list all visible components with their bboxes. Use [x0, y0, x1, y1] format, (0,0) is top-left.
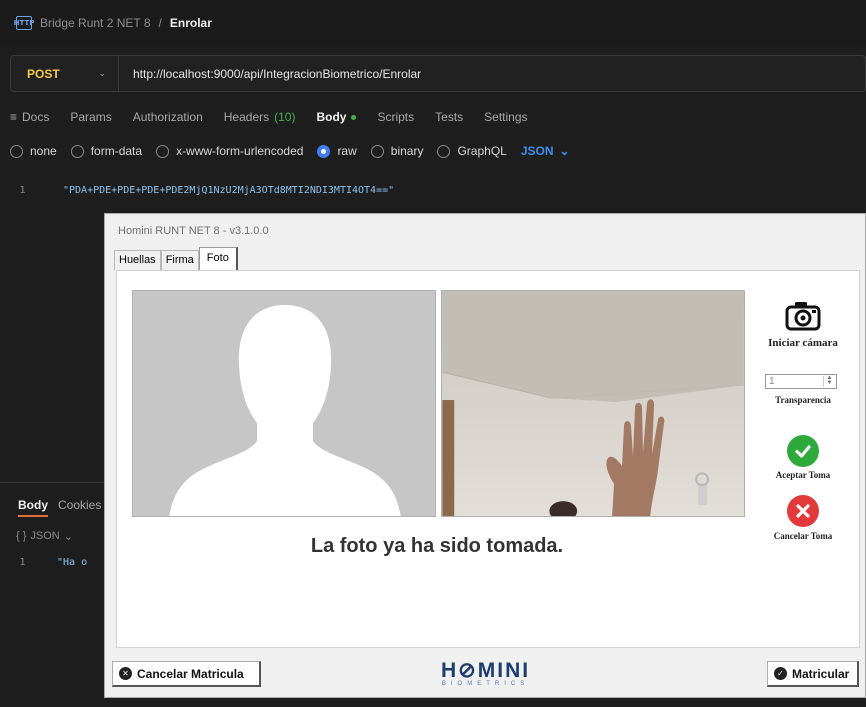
transparency-stepper[interactable]: 1 ▲ ▼ — [765, 374, 837, 389]
radio-icon — [70, 144, 84, 158]
homini-dialog: Homini RUNT NET 8 - v3.1.0.0 Huellas Fir… — [104, 213, 866, 698]
radio-selected-icon — [317, 144, 331, 158]
body-option-none[interactable]: none — [10, 144, 57, 158]
url-input[interactable]: http://localhost:9000/api/IntegracionBio… — [119, 67, 421, 81]
response-tab-cookies[interactable]: Cookies — [58, 498, 101, 517]
body-indicator-dot — [351, 114, 357, 120]
raw-format-select[interactable]: JSON ⌄ — [521, 144, 570, 158]
line-number: 1 — [19, 184, 26, 196]
breadcrumb: HTTP Bridge Runt 2 NET 8 / Enrolar — [14, 16, 212, 30]
tab-scripts[interactable]: Scripts — [377, 110, 414, 124]
response-format-label: JSON — [30, 530, 60, 542]
photo-placeholder — [132, 290, 436, 517]
radio-icon — [10, 144, 23, 158]
check-circle-icon: ✓ — [774, 667, 787, 680]
tab-params[interactable]: Params — [70, 110, 111, 124]
response-line: 1 "Ha o — [0, 557, 87, 568]
breadcrumb-request-name[interactable]: Enrolar — [170, 16, 212, 30]
tab-docs-label: Docs — [22, 110, 50, 124]
body-option-graphql[interactable]: GraphQL — [437, 144, 507, 158]
camera-feed — [441, 290, 745, 517]
tab-settings[interactable]: Settings — [484, 110, 527, 124]
breadcrumb-separator: / — [158, 16, 162, 30]
cancel-x-icon[interactable] — [787, 495, 819, 527]
editor-area[interactable] — [0, 200, 110, 482]
logo-tagline: BIOMETRICS — [441, 681, 530, 687]
silhouette-icon — [133, 291, 435, 516]
camera-scene — [442, 291, 744, 516]
option-label: raw — [337, 144, 357, 158]
line-number: 1 — [19, 557, 26, 568]
option-label: none — [30, 144, 57, 158]
tab-foto[interactable]: Foto — [198, 247, 238, 270]
tab-headers-label: Headers — [223, 110, 270, 124]
camera-icon[interactable] — [785, 301, 821, 331]
cancel-label[interactable]: Cancelar Toma — [751, 531, 855, 541]
response-content: "Ha o — [57, 557, 88, 568]
method-label: POST — [27, 66, 60, 81]
pane-divider[interactable] — [0, 482, 110, 483]
hand-image — [606, 399, 665, 516]
logo-wordmark: H⊘MINI — [441, 659, 531, 682]
accept-check-icon[interactable] — [787, 435, 819, 467]
body-option-form-data[interactable]: form-data — [70, 144, 143, 158]
response-format-select[interactable]: { } JSON ⌄ — [16, 530, 73, 543]
tab-body[interactable]: Body — [316, 110, 357, 124]
close-circle-icon: ✕ — [119, 667, 132, 680]
body-option-urlencoded[interactable]: x-www-form-urlencoded — [156, 144, 303, 158]
response-tab-body[interactable]: Body — [18, 498, 48, 517]
method-select[interactable]: POST ⌄ — [11, 56, 119, 91]
response-tabs: Body Cookies — [18, 498, 101, 517]
postman-header: HTTP Bridge Runt 2 NET 8 / Enrolar — [0, 0, 866, 46]
radio-icon — [370, 144, 384, 158]
tab-docs[interactable]: ≡ Docs — [10, 110, 49, 124]
body-option-raw[interactable]: raw — [317, 144, 357, 158]
tab-tests[interactable]: Tests — [435, 110, 463, 124]
start-camera-label[interactable]: Iniciar cámara — [751, 337, 855, 349]
chevron-down-icon: ⌄ — [98, 68, 106, 78]
dialog-footer: ✕ Cancelar Matricula H⊘MINI BIOMETRICS ✓… — [105, 654, 865, 698]
chevron-down-icon: ⌄ — [63, 531, 73, 543]
headers-count: (10) — [274, 110, 296, 124]
option-label: x-www-form-urlencoded — [176, 144, 304, 158]
tab-body-label: Body — [316, 110, 347, 124]
accept-label[interactable]: Aceptar Toma — [751, 470, 855, 480]
editor-content[interactable]: "PDA+PDE+PDE+PDE+PDE2MjQ1NzU2MjA3OTd8MTI… — [45, 185, 394, 196]
body-type-options: none form-data x-www-form-urlencoded raw… — [10, 144, 570, 158]
tab-headers[interactable]: Headers (10) — [224, 110, 296, 124]
radio-icon — [156, 144, 170, 158]
braces-icon: { } — [16, 530, 27, 542]
transparency-label: Transparencia — [775, 395, 831, 405]
radio-icon — [437, 144, 451, 158]
enroll-button[interactable]: ✓ Matricular — [767, 661, 859, 687]
cancel-enrollment-button[interactable]: ✕ Cancelar Matricula — [112, 661, 261, 687]
transparency-value: 1 — [769, 376, 775, 387]
enroll-label: Matricular — [792, 666, 850, 681]
breadcrumb-collection[interactable]: Bridge Runt 2 NET 8 — [40, 16, 151, 30]
docs-icon: ≡ — [10, 110, 18, 124]
cancel-enrollment-label: Cancelar Matricula — [137, 666, 244, 681]
option-label: GraphQL — [457, 144, 507, 158]
raw-format-label: JSON — [520, 144, 554, 158]
foto-panel: La foto ya ha sido tomada. Iniciar cámar… — [116, 270, 860, 648]
option-label: form-data — [90, 144, 143, 158]
tab-huellas[interactable]: Huellas — [114, 250, 161, 270]
tab-firma[interactable]: Firma — [160, 250, 199, 270]
body-option-binary[interactable]: binary — [370, 144, 424, 158]
homini-logo: H⊘MINI BIOMETRICS — [441, 659, 531, 687]
http-icon: HTTP — [14, 16, 34, 30]
stepper-arrows-icon[interactable]: ▲ ▼ — [823, 375, 835, 387]
option-label: binary — [390, 144, 424, 158]
dialog-tabs: Huellas Firma Foto — [114, 247, 238, 270]
chevron-down-icon: ⌄ — [559, 144, 570, 158]
dialog-title: Homini RUNT NET 8 - v3.1.0.0 — [118, 225, 269, 237]
editor-line[interactable]: 1 "PDA+PDE+PDE+PDE+PDE2MjQ1NzU2MjA3OTd8M… — [0, 180, 866, 200]
status-message: La foto ya ha sido tomada. — [310, 535, 564, 557]
request-url-bar: POST ⌄ http://localhost:9000/api/Integra… — [10, 55, 866, 92]
tab-authorization[interactable]: Authorization — [133, 110, 203, 124]
request-tabs: ≡ Docs Params Authorization Headers (10)… — [10, 110, 549, 124]
